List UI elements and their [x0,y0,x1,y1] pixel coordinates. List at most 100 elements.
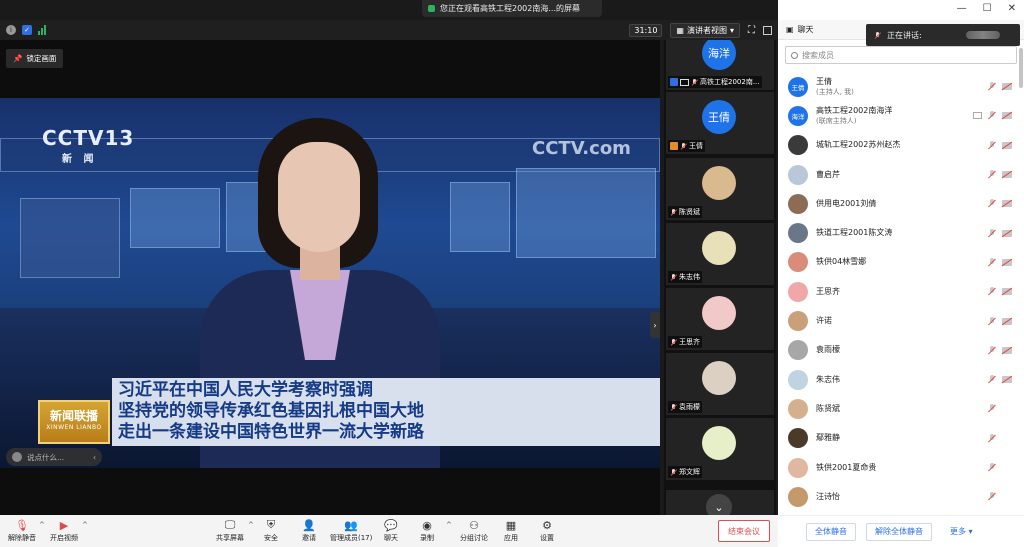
participant-row[interactable]: 鄢雅静 [778,424,1024,453]
signal-icon[interactable] [38,25,48,35]
host-badge-icon [670,142,678,150]
video-tile[interactable]: 郑文辉 [666,418,774,480]
settings-button[interactable]: ⚙ 设置 [540,519,554,543]
participant-row[interactable]: 王倩 王倩 (主持人, 我) [778,72,1024,101]
manage-participants-button[interactable]: 👥 管理成员(17) [330,519,372,543]
news-broadcast-frame: CCTV13 新 闻 CCTV.com 新闻联播 XINWEN LIANBO 习… [0,98,660,468]
participant-row[interactable]: 汪诗怡 [778,482,1024,511]
participant-row[interactable]: 城轨工程2002苏州赵杰 [778,131,1024,160]
layout-icon[interactable] [763,25,772,35]
avatar [702,166,736,200]
chat-icon: 💬 [384,518,398,532]
unmute-button[interactable]: 🎙 解除静音 [8,519,36,543]
video-tile[interactable]: 陈贤斌 [666,158,774,220]
emoji-icon[interactable] [12,452,22,462]
mic-off-icon[interactable] [988,287,996,296]
share-status-banner[interactable]: 您正在观看高铁工程2002南海...的屏幕 [422,0,602,17]
chevron-up-icon[interactable]: ^ [248,521,254,529]
panel-title[interactable]: 聊天 [798,24,814,35]
video-off-icon[interactable] [1002,200,1012,208]
mic-off-icon[interactable] [988,433,996,443]
mic-off-icon[interactable] [988,228,996,238]
video-tile[interactable]: ⌄ [666,490,774,515]
video-tile[interactable]: 袁雨檬 [666,353,774,415]
mic-off-icon[interactable] [988,375,996,384]
mic-off-icon[interactable] [988,404,996,413]
participant-list[interactable]: 王倩 王倩 (主持人, 我) 海洋 高铁工程2002南海洋 (联席主持人) 城轨工程2002… [778,72,1024,512]
speaker-view-button[interactable]: ▦ 演讲者视图 ▾ [670,22,740,38]
apps-button[interactable]: ▦ 应用 [504,519,518,543]
mic-off-icon[interactable] [988,345,996,355]
chat-button[interactable]: 💬 聊天 [384,519,398,543]
video-off-icon[interactable] [1002,112,1012,120]
mic-off-icon[interactable] [988,82,996,91]
video-tile[interactable]: 海洋高铁工程2002南... [666,40,774,90]
mute-all-button[interactable]: 全体静音 [806,522,856,541]
mic-off-icon[interactable] [988,492,996,501]
shared-screen-area[interactable]: 📌 锁定画面 CCTV13 新 闻 CCTV.com 新闻联播 XINWEN L… [0,40,660,515]
mic-off-icon[interactable] [988,111,996,120]
participant-row[interactable]: 王思齐 [778,277,1024,306]
participant-row[interactable]: 许诺 [778,306,1024,335]
participant-row[interactable]: 陈贤斌 [778,394,1024,423]
lock-screen-button[interactable]: 📌 锁定画面 [6,49,64,68]
start-video-button[interactable]: ▶ 开启视频 [50,519,78,543]
maximize-icon[interactable]: ☐ [983,3,992,14]
video-off-icon[interactable] [1002,171,1012,179]
fullscreen-icon[interactable]: ⛶ [748,25,755,36]
participant-row[interactable]: 铁道工程2001陈文涛 [778,218,1024,247]
mic-off-icon [670,273,677,281]
chevron-up-icon[interactable]: ^ [39,521,45,529]
record-button[interactable]: ◉ 录制 [420,519,434,543]
mic-off-icon[interactable] [988,199,996,208]
mic-off-icon[interactable] [988,316,996,326]
video-tile[interactable]: 王思齐 [666,288,774,350]
video-off-icon[interactable] [1002,346,1012,354]
mic-off-icon[interactable] [988,463,996,472]
chevron-left-icon[interactable]: ‹ [93,453,96,462]
shield-icon[interactable]: ✓ [22,25,32,35]
tile-caption: 王倩 [668,140,705,152]
participant-row[interactable]: 朱志伟 [778,365,1024,394]
video-gallery[interactable]: 海洋 高铁工程2002南... 王倩 王倩 陈贤斌 朱志伟 王思齐 袁雨檬 郑文辉 ⌄ [664,40,776,515]
mic-off-icon[interactable] [988,140,996,150]
participant-row[interactable]: 供用电2001刘倩 [778,189,1024,218]
video-tile[interactable]: 王倩 王倩 [666,92,774,154]
mic-off-icon[interactable] [988,170,996,179]
quick-chat-input[interactable]: 说点什么... ‹ [6,448,102,466]
mic-off-icon[interactable] [988,257,996,267]
scrollbar[interactable] [1019,48,1023,88]
participant-row[interactable]: 铁供2001夏命贵 [778,453,1024,482]
chevron-up-icon[interactable]: ^ [82,521,88,529]
video-off-icon[interactable] [1002,229,1012,237]
chevron-up-icon[interactable]: ^ [446,521,452,529]
video-off-icon[interactable] [1002,288,1012,296]
breakout-button[interactable]: ⚇ 分组讨论 [460,519,488,543]
video-off-icon[interactable] [1002,141,1012,149]
video-off-icon[interactable] [1002,83,1012,91]
security-button[interactable]: ⛨ 安全 [264,518,278,543]
participant-row[interactable]: 袁雨檬 [778,336,1024,365]
info-icon[interactable]: i [6,25,16,35]
participant-row[interactable]: 铁供04林雪娜 [778,248,1024,277]
scroll-down-icon[interactable]: ⌄ [706,494,732,515]
headline-line: 走出一条建设中国特色世界一流大学新路 [118,422,424,442]
gallery-toggle-button[interactable]: › [650,312,660,338]
end-meeting-button[interactable]: 结束会议 [718,520,770,542]
member-search-input[interactable]: 搜索成员 [785,46,1017,64]
video-tile[interactable]: 朱志伟 [666,223,774,285]
more-button[interactable]: 更多 ▾ [942,522,981,541]
avatar [788,398,808,419]
share-screen-button[interactable]: 🖵 共享屏幕 [216,518,244,543]
video-off-icon[interactable] [1002,376,1012,384]
participant-row[interactable]: 海洋 高铁工程2002南海洋 (联席主持人) [778,101,1024,130]
invite-button[interactable]: 👤 邀请 [302,519,316,543]
video-off-icon[interactable] [1002,258,1012,266]
minimize-icon[interactable]: — [957,3,967,14]
tile-caption: 高铁工程2002南... [668,76,762,88]
unmute-all-button[interactable]: 解除全体静音 [866,522,932,541]
avatar: 海洋 [702,40,736,70]
close-icon[interactable]: ✕ [1008,3,1016,14]
video-off-icon[interactable] [1002,317,1012,325]
participant-row[interactable]: 曹启芹 [778,160,1024,189]
